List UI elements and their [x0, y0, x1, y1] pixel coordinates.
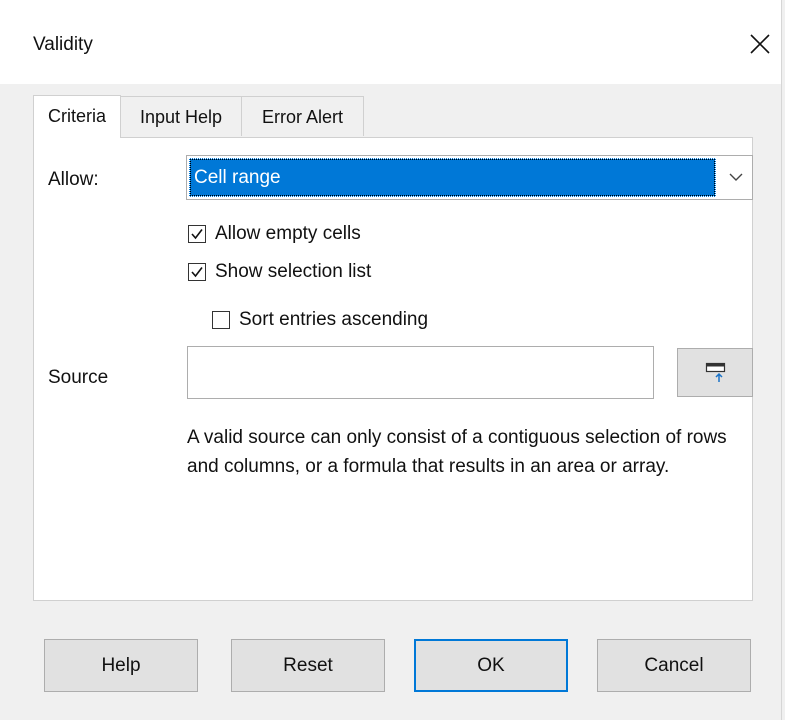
sort-entries-ascending-label: Sort entries ascending: [239, 309, 429, 330]
ok-button[interactable]: OK: [414, 639, 568, 692]
help-button[interactable]: Help: [44, 639, 198, 692]
checkbox-checked[interactable]: [188, 225, 206, 243]
dropdown-arrow[interactable]: [722, 156, 752, 199]
allow-dropdown-value: Cell range: [189, 158, 716, 197]
allow-empty-cells-checkbox[interactable]: Allow empty cells: [188, 221, 448, 247]
checkmark-icon: [191, 267, 203, 278]
reset-button[interactable]: Reset: [231, 639, 385, 692]
cancel-button[interactable]: Cancel: [597, 639, 751, 692]
show-selection-list-checkbox[interactable]: Show selection list: [188, 259, 448, 285]
shrink-button[interactable]: [677, 348, 753, 397]
tab-error-alert[interactable]: Error Alert: [241, 96, 364, 136]
validity-dialog: Validity Criteria Input Help Error Alert…: [0, 0, 785, 720]
shrink-icon: [705, 362, 726, 382]
checkbox-unchecked[interactable]: [212, 311, 230, 329]
window-title: Validity: [33, 34, 93, 55]
allow-dropdown[interactable]: Cell range: [186, 155, 753, 200]
source-label: Source: [48, 367, 109, 388]
checkbox-checked[interactable]: [188, 263, 206, 281]
show-selection-list-label: Show selection list: [215, 261, 372, 282]
source-input[interactable]: [187, 346, 654, 399]
chevron-down-icon: [729, 173, 743, 181]
tab-criteria[interactable]: Criteria: [33, 95, 121, 138]
close-button[interactable]: [740, 26, 780, 62]
source-hint-text: A valid source can only consist of a con…: [187, 427, 727, 477]
tab-input-help[interactable]: Input Help: [120, 96, 242, 136]
close-icon: [750, 34, 770, 54]
checkmark-icon: [191, 229, 203, 240]
allow-empty-cells-label: Allow empty cells: [215, 223, 361, 244]
sort-entries-ascending-checkbox[interactable]: Sort entries ascending: [212, 307, 492, 333]
window-border: [781, 0, 785, 720]
title-bar: Validity: [0, 0, 781, 84]
allow-label: Allow:: [48, 169, 99, 190]
